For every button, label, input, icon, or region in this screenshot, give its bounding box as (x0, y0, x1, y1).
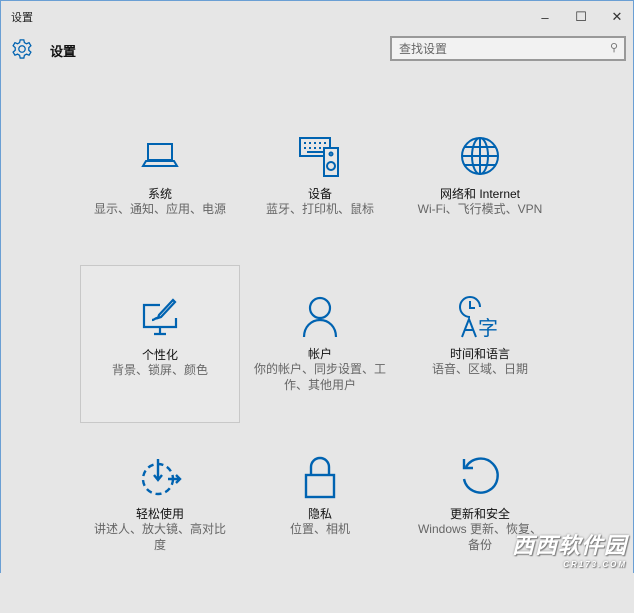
search-placeholder: 查找设置 (399, 42, 448, 56)
tile-desc: 你的帐户、同步设置、工作、其他用户 (254, 362, 387, 392)
lock-icon (304, 456, 336, 499)
close-button[interactable]: ✕ (597, 5, 634, 29)
watermark-name: 西西软件园 (511, 533, 627, 558)
tile-personalization[interactable]: 个性化 背景、锁屏、颜色 (80, 265, 240, 423)
search-input[interactable]: 查找设置 ⚲ (390, 36, 626, 61)
laptop-icon (141, 143, 179, 167)
settings-window: 设置 – ☐ ✕ 设置 查找设置 ⚲ 系统 显示、通知、应用、电源 设备 蓝牙、… (0, 0, 634, 573)
tile-accounts[interactable]: 帐户 你的帐户、同步设置、工作、其他用户 (240, 295, 400, 453)
page-title: 设置 (50, 44, 77, 59)
tile-title: 时间和语言 (449, 347, 510, 361)
tile-network[interactable]: 网络和 Internet Wi-Fi、飞行模式、VPN (400, 135, 560, 293)
minimize-button[interactable]: – (525, 5, 565, 29)
ease-of-access-icon (141, 459, 182, 496)
window-title: 设置 (11, 12, 33, 24)
tile-ease-of-access[interactable]: 轻松使用 讲述人、放大镜、高对比度 (80, 455, 240, 613)
tile-desc: 位置、相机 (289, 522, 350, 536)
tile-title: 设备 (307, 187, 332, 201)
tile-devices[interactable]: 设备 蓝牙、打印机、鼠标 (240, 135, 400, 293)
keyboard-speaker-icon (299, 137, 339, 177)
tile-desc: 讲述人、放大镜、高对比度 (94, 522, 227, 552)
tile-desc: Wi-Fi、飞行模式、VPN (417, 202, 543, 216)
globe-icon (461, 137, 499, 175)
search-icon: ⚲ (609, 42, 618, 54)
paint-screen-icon (142, 298, 178, 336)
tile-title: 系统 (147, 187, 172, 201)
time-language-icon: 字 (459, 296, 498, 339)
refresh-icon (462, 457, 499, 494)
watermark-url: CR173.COM (563, 560, 627, 569)
person-icon (302, 296, 338, 338)
tile-title: 隐私 (307, 507, 332, 521)
tile-title: 个性化 (141, 348, 178, 362)
tile-desc: 背景、锁屏、颜色 (111, 363, 208, 377)
maximize-button[interactable]: ☐ (561, 5, 601, 29)
tile-desc: 显示、通知、应用、电源 (94, 202, 227, 216)
watermark-logo: 西西软件园 CR173.COM (512, 528, 627, 569)
tile-title: 轻松使用 (135, 507, 184, 521)
tile-desc: 蓝牙、打印机、鼠标 (265, 202, 374, 216)
tile-privacy[interactable]: 隐私 位置、相机 (240, 455, 400, 613)
svg-text:字: 字 (478, 316, 498, 339)
tile-desc: 语音、区域、日期 (431, 362, 528, 376)
tile-title: 帐户 (307, 347, 332, 361)
tile-title: 更新和安全 (449, 507, 510, 521)
gear-icon (12, 39, 32, 59)
tile-time-language[interactable]: 字 时间和语言 语音、区域、日期 (400, 295, 560, 453)
tile-title: 网络和 Internet (439, 187, 521, 201)
